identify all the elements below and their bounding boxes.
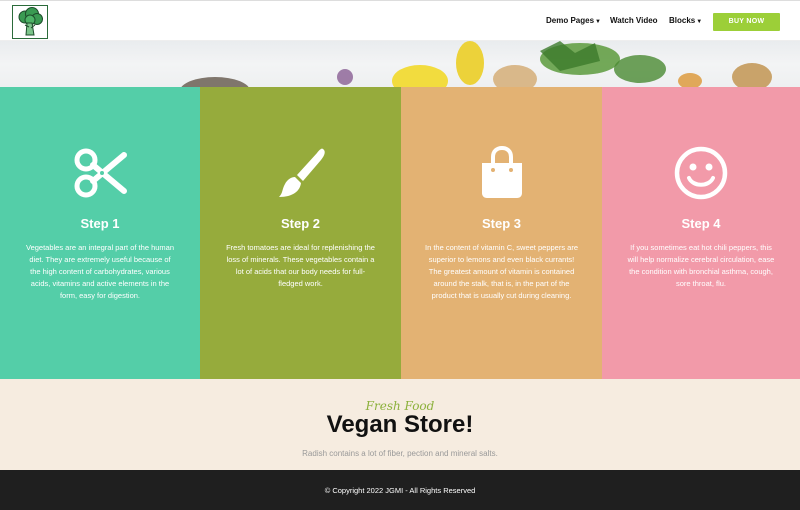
step-text: Fresh tomatoes are ideal for replenishin… [226,243,375,288]
scissors-icon [74,148,127,198]
hero-banner-image [0,41,800,87]
step-card-1: Step 1 Vegetables are an integral part o… [0,87,200,379]
step-text: Vegetables are an integral part of the h… [25,243,175,300]
buy-now-button[interactable]: BUY NOW [713,13,780,31]
store-title: Vegan Store! [326,411,474,438]
vegetables-photo [181,41,772,87]
step-card-2: Step 2 Fresh tomatoes are ideal for repl… [200,87,401,379]
nav-watch-video[interactable]: Watch Video [610,16,658,25]
nav-watch-video-label: Watch Video [610,16,658,25]
step-title: Step 3 [481,216,521,231]
step-title: Step 4 [681,216,721,231]
smiley-icon [674,146,728,200]
store-section: Fresh Food Vegan Store! Radish contains … [0,379,800,470]
step-text: In the content of vitamin C, sweet peppe… [425,243,578,300]
nav-blocks[interactable]: Blocks▼ [669,16,702,25]
steps-section: Step 1 Vegetables are an integral part o… [0,87,800,379]
step-card-4: Step 4 If you sometimes eat hot chili pe… [602,87,800,379]
caret-down-icon: ▼ [595,19,601,25]
step-card-3: Step 3 In the content of vitamin C, swee… [401,87,602,379]
footer: © Copyright 2022 JGMI - All Rights Reser… [0,470,800,510]
nav-blocks-label: Blocks [669,16,696,25]
paintbrush-icon [278,148,325,197]
step-text: If you sometimes eat hot chili peppers, … [627,243,775,288]
shopping-bag-icon [481,145,522,198]
navbar: Demo Pages▼ Watch Video Blocks▼ BUY NOW [0,0,800,41]
copyright-text: © Copyright 2022 JGMI - All Rights Reser… [324,486,476,495]
caret-down-icon: ▼ [696,19,703,25]
store-description: Radish contains a lot of fiber, pection … [302,449,498,458]
broccoli-icon[interactable] [12,5,48,39]
nav-demo-pages-label: Demo Pages [546,16,595,25]
nav-demo-pages[interactable]: Demo Pages▼ [546,16,601,25]
step-title: Step 1 [80,216,120,231]
step-title: Step 2 [280,216,320,231]
